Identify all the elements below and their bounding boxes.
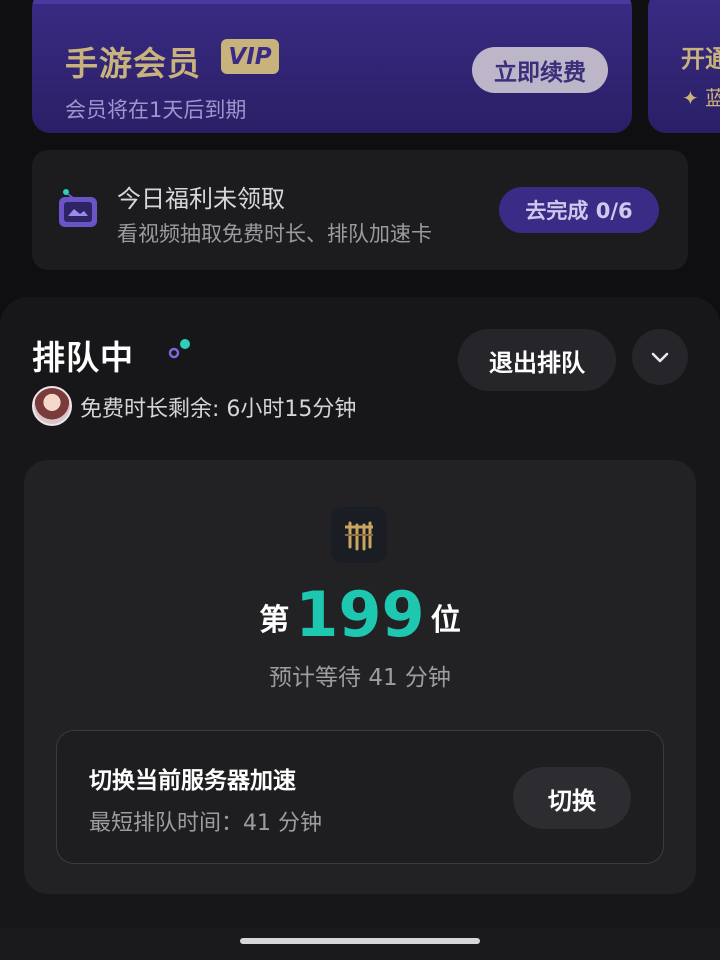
vip-title: 手游会员 — [65, 44, 201, 83]
exit-queue-button[interactable]: 退出排队 — [458, 329, 616, 391]
vip-membership-card[interactable]: 手游会员 VIP 会员将在1天后到期 立即续费 — [32, 0, 632, 133]
game-logo-icon — [331, 507, 387, 563]
tv-icon — [59, 189, 97, 227]
screen: 手游会员 VIP 会员将在1天后到期 立即续费 开通 ✦ 蓝 今日福利未领取 看… — [0, 0, 720, 960]
switch-server-button[interactable]: 切换 — [513, 767, 631, 829]
rank-suffix: 位 — [430, 603, 461, 638]
complete-tasks-button[interactable]: 去完成 0/6 — [499, 187, 659, 233]
connecting-dots-icon — [168, 339, 190, 359]
vip-expiry-text: 会员将在1天后到期 — [65, 98, 247, 122]
vip-card-next-title: 开通 — [681, 45, 720, 73]
queue-position: 第199 位 — [24, 578, 696, 651]
queue-panel: 排队中 退出排队 免费时长剩余: 6小时15分钟 第199 位 预计等待 41 … — [0, 297, 720, 937]
queue-rank-card: 第199 位 预计等待 41 分钟 切换当前服务器加速 最短排队时间：41 分钟 … — [24, 460, 696, 894]
home-indicator[interactable] — [240, 938, 480, 944]
system-navigation-bar — [0, 928, 720, 960]
queue-status-title: 排队中 — [32, 338, 134, 377]
vip-badge: VIP — [221, 39, 279, 74]
avatar[interactable] — [32, 386, 72, 426]
vip-card-next[interactable]: 开通 ✦ 蓝 — [648, 0, 720, 133]
vip-card-next-subtitle: ✦ 蓝 — [682, 86, 720, 110]
server-switch-box: 切换当前服务器加速 最短排队时间：41 分钟 切换 — [56, 730, 664, 864]
server-switch-title: 切换当前服务器加速 — [89, 768, 296, 794]
rank-prefix: 第 — [259, 603, 290, 638]
chevron-down-icon — [651, 352, 669, 363]
rank-number: 199 — [295, 578, 425, 651]
shortest-queue-time: 最短排队时间：41 分钟 — [89, 811, 322, 836]
daily-welfare-card[interactable]: 今日福利未领取 看视频抽取免费时长、排队加速卡 去完成 0/6 — [32, 150, 688, 270]
welfare-title: 今日福利未领取 — [117, 185, 285, 213]
free-time-remaining: 免费时长剩余: 6小时15分钟 — [80, 397, 357, 422]
collapse-button[interactable] — [632, 329, 688, 385]
estimated-wait: 预计等待 41 分钟 — [269, 665, 451, 691]
renew-button[interactable]: 立即续费 — [472, 47, 608, 93]
welfare-subtitle: 看视频抽取免费时长、排队加速卡 — [117, 222, 432, 246]
